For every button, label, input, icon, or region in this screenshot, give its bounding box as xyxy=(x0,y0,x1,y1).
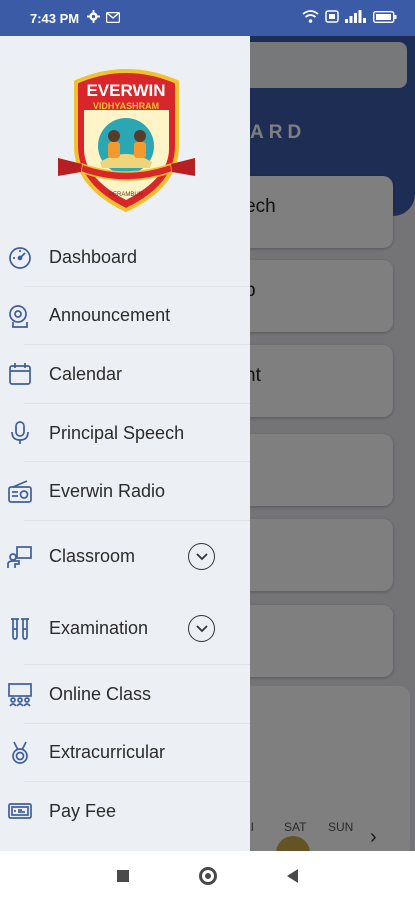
speedometer-icon xyxy=(6,243,34,271)
battery-icon xyxy=(372,10,397,26)
logo-location: PERAMBUR xyxy=(109,192,144,198)
menu-item-label: Principal Speech xyxy=(49,422,185,443)
menu-item-principal-speech[interactable]: Principal Speech xyxy=(0,404,250,463)
navigation-drawer: EVERWIN VIDHYASHRAM PERAMBUR Dashboard A… xyxy=(0,36,250,851)
classroom-icon xyxy=(6,543,34,571)
test-tubes-icon xyxy=(6,615,34,643)
menu-item-announcement[interactable]: Announcement xyxy=(0,287,250,346)
medal-icon xyxy=(6,739,34,767)
status-bar: 7:43 PM xyxy=(0,0,415,36)
menu-item-label: Dashboard xyxy=(49,246,138,267)
menu-item-everwin-radio[interactable]: Everwin Radio xyxy=(0,462,250,521)
banknote-icon xyxy=(6,797,34,825)
settings-icon xyxy=(87,10,101,26)
expand-chevron-icon[interactable] xyxy=(188,543,215,571)
signal-icon xyxy=(345,10,367,26)
menu-item-label: Announcement xyxy=(49,305,171,326)
sim-icon xyxy=(325,10,339,26)
wifi-icon xyxy=(302,10,319,26)
menu-item-label: Extracurricular xyxy=(49,742,166,763)
menu-item-examination[interactable]: Examination xyxy=(0,593,250,665)
radio-icon xyxy=(6,478,34,506)
menu-item-classroom[interactable]: Classroom xyxy=(0,521,250,593)
menu-item-label: Calendar xyxy=(49,363,123,384)
megaphone-icon xyxy=(6,302,34,330)
status-time: 7:43 PM xyxy=(30,10,80,26)
recents-button[interactable] xyxy=(117,869,129,882)
logo-name: EVERWIN xyxy=(86,81,165,100)
menu-item-label: Classroom xyxy=(49,546,136,567)
menu-item-online-class[interactable]: Online Class xyxy=(0,665,250,724)
menu-item-pay-fee[interactable]: Pay Fee xyxy=(0,782,250,841)
menu-item-dashboard[interactable]: Dashboard xyxy=(0,228,250,287)
menu-item-calendar[interactable]: Calendar xyxy=(0,345,250,404)
back-button[interactable] xyxy=(287,868,298,883)
system-nav-bar xyxy=(0,851,415,900)
menu-item-extracurricular[interactable]: Extracurricular xyxy=(0,724,250,783)
menu-item-label: Everwin Radio xyxy=(49,481,166,502)
menu-item-label: Pay Fee xyxy=(49,800,117,821)
calendar-icon xyxy=(6,360,34,388)
microphone-icon xyxy=(6,419,34,447)
gmail-icon xyxy=(105,11,121,26)
expand-chevron-icon[interactable] xyxy=(188,615,215,643)
online-class-icon xyxy=(6,680,34,708)
logo-subtitle: VIDHYASHRAM xyxy=(93,101,159,111)
menu-item-label: Online Class xyxy=(49,683,152,704)
home-button[interactable] xyxy=(199,866,217,885)
menu-item-label: Examination xyxy=(49,618,149,639)
drawer-menu: Dashboard Announcement Calendar Principa… xyxy=(0,228,250,841)
school-logo: EVERWIN VIDHYASHRAM PERAMBUR xyxy=(54,54,199,214)
